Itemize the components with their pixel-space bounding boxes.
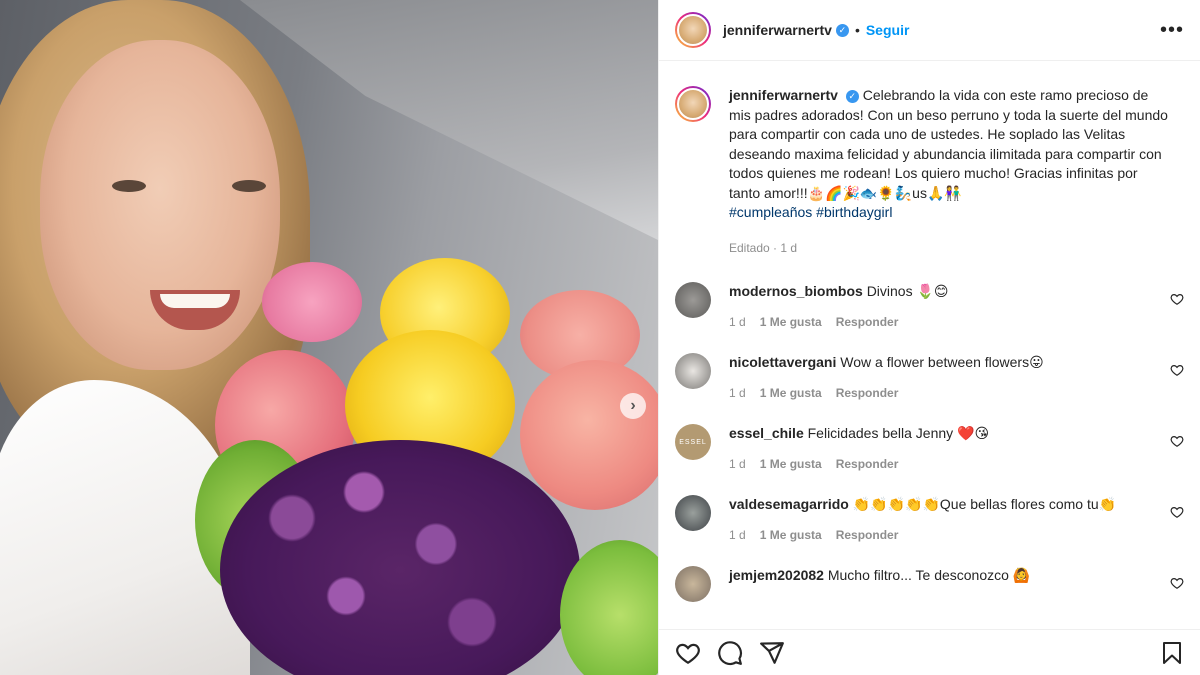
chevron-right-icon: ›	[630, 397, 636, 414]
comment-username[interactable]: modernos_biombos	[729, 283, 863, 299]
comment-text: Divinos 🌷😊	[866, 283, 949, 299]
follow-button[interactable]: Seguir	[866, 22, 910, 38]
heart-icon[interactable]	[1170, 363, 1184, 377]
author-avatar[interactable]	[675, 12, 711, 48]
heart-icon[interactable]	[1170, 505, 1184, 519]
paper-plane-icon[interactable]	[759, 640, 785, 666]
comment-time[interactable]: 1 d	[729, 457, 746, 471]
comment-item: ESSEL essel_chile Felicidades bella Jenn…	[675, 424, 1184, 471]
separator-dot: •	[854, 22, 860, 38]
heart-icon[interactable]	[675, 640, 701, 666]
post-caption: jenniferwarnertv ✓ Celebrando la vida co…	[675, 62, 1184, 258]
author-username[interactable]: jenniferwarnertv	[723, 22, 832, 38]
photo-eye-right	[232, 180, 266, 192]
comment-username[interactable]: essel_chile	[729, 425, 804, 441]
comment-text: Felicidades bella Jenny ❤️😘	[807, 425, 990, 441]
hashtag-link[interactable]: #cumpleaños	[729, 204, 812, 220]
comment-icon[interactable]	[717, 640, 743, 666]
more-options-icon[interactable]: •••	[1160, 19, 1184, 42]
comment-avatar[interactable]	[675, 353, 711, 389]
comment-text: Mucho filtro... Te desconozco 🙆	[827, 567, 1031, 583]
photo-eye-left	[112, 180, 146, 192]
post-photo: ›	[0, 0, 658, 675]
comment-item: jemjem202082 Mucho filtro... Te desconoz…	[675, 566, 1184, 602]
verified-badge-icon: ✓	[845, 89, 859, 103]
comment-avatar[interactable]	[675, 282, 711, 318]
reply-button[interactable]: Responder	[836, 386, 899, 400]
comment-username[interactable]: valdesemagarrido	[729, 496, 849, 512]
reply-button[interactable]: Responder	[836, 528, 899, 542]
carousel-next-button[interactable]: ›	[620, 393, 646, 419]
photo-face	[40, 40, 280, 370]
comment-time[interactable]: 1 d	[729, 528, 746, 542]
comment-likes[interactable]: 1 Me gusta	[760, 315, 822, 329]
comment-text: 👏👏👏👏👏Que bellas flores como tu👏	[852, 496, 1117, 512]
comment-likes[interactable]: 1 Me gusta	[760, 528, 822, 542]
comment-likes[interactable]: 1 Me gusta	[760, 386, 822, 400]
comment-time[interactable]: 1 d	[729, 315, 746, 329]
avatar-text: ESSEL	[679, 438, 707, 446]
verified-badge-icon: ✓	[835, 23, 849, 37]
comment-avatar[interactable]	[675, 495, 711, 531]
comment-avatar[interactable]: ESSEL	[675, 424, 711, 460]
comment-text: Wow a flower between flowers😛	[840, 354, 1044, 370]
heart-icon[interactable]	[1170, 292, 1184, 306]
caption-body: jenniferwarnertv ✓ Celebrando la vida co…	[729, 86, 1169, 258]
comment-item: nicolettavergani Wow a flower between fl…	[675, 353, 1184, 400]
caption-text: Celebrando la vida con este ramo precios…	[729, 87, 1168, 201]
post-side-panel: jenniferwarnertv ✓ • Seguir ••• jennifer…	[658, 0, 1200, 675]
comment-avatar[interactable]	[675, 566, 711, 602]
comment-time[interactable]: 1 d	[729, 386, 746, 400]
flower-pink-rose-right	[520, 360, 658, 510]
heart-icon[interactable]	[1170, 576, 1184, 590]
reply-button[interactable]: Responder	[836, 315, 899, 329]
caption-avatar[interactable]	[675, 86, 711, 122]
heart-icon[interactable]	[1170, 434, 1184, 448]
comment-item: valdesemagarrido 👏👏👏👏👏Que bellas flores …	[675, 495, 1184, 542]
comment-likes[interactable]: 1 Me gusta	[760, 457, 822, 471]
caption-edited-time: Editado · 1 d	[729, 240, 798, 255]
comment-username[interactable]: nicolettavergani	[729, 354, 836, 370]
flower-pink-carnation	[262, 262, 362, 342]
hashtag-link[interactable]: #birthdaygirl	[816, 204, 892, 220]
caption-username[interactable]: jenniferwarnertv	[729, 87, 838, 103]
reply-button[interactable]: Responder	[836, 457, 899, 471]
comments-scroll-area[interactable]: jenniferwarnertv ✓ Celebrando la vida co…	[659, 62, 1200, 629]
comment-username[interactable]: jemjem202082	[729, 567, 824, 583]
bookmark-icon[interactable]	[1160, 641, 1184, 665]
post-actions-bar	[659, 629, 1200, 675]
comment-item: modernos_biombos Divinos 🌷😊 1 d 1 Me gus…	[675, 282, 1184, 329]
post-header: jenniferwarnertv ✓ • Seguir •••	[659, 0, 1200, 61]
